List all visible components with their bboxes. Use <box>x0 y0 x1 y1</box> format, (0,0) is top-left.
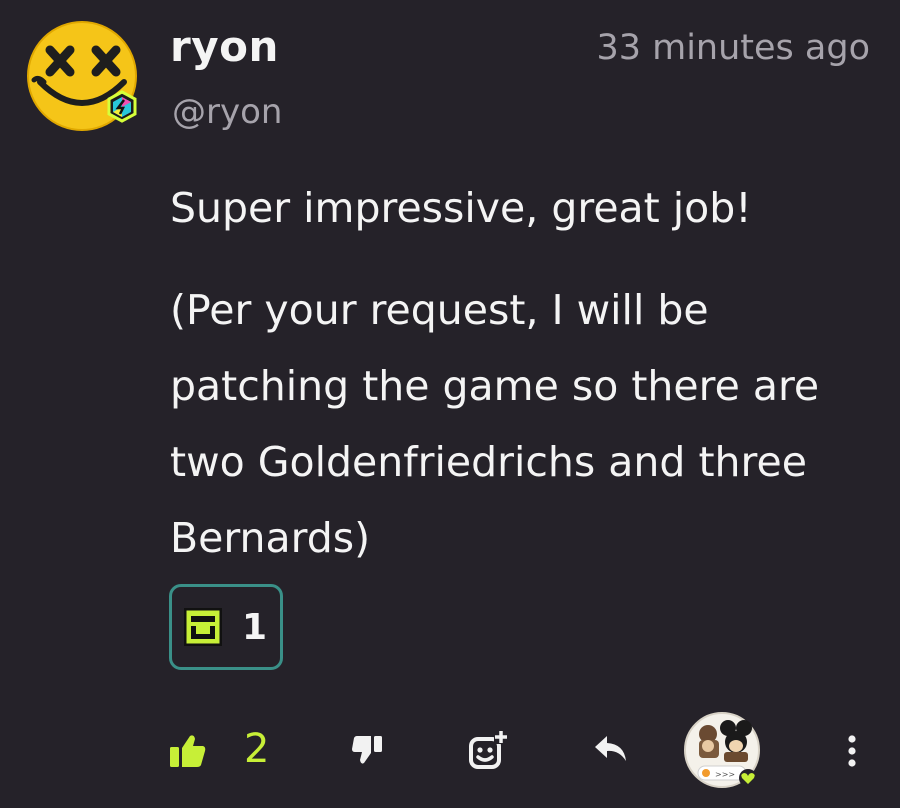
thumbs-down-icon <box>352 736 382 764</box>
add-emoji-icon <box>469 730 508 769</box>
voter-badge-text: >>> <box>715 770 735 779</box>
smiley-avatar-icon <box>27 21 137 131</box>
reply-button[interactable] <box>593 734 629 768</box>
reactor-avatar-icon: >>> <box>684 712 760 788</box>
reaction-chip[interactable]: 1 <box>169 584 283 670</box>
comment-body: Super impressive, great job! (Per your r… <box>170 170 880 576</box>
comment-paragraph: (Per your request, I will be patching th… <box>170 286 820 562</box>
reply-arrow-icon <box>595 736 626 761</box>
thumbs-up-icon <box>170 735 206 767</box>
comment-card: ryon @ryon 33 minutes ago Super impressi… <box>0 0 900 808</box>
reaction-count: 1 <box>242 606 268 648</box>
dislike-button[interactable] <box>352 736 382 770</box>
add-reaction-button[interactable] <box>468 730 510 776</box>
more-options-button[interactable] <box>846 734 858 772</box>
author-avatar[interactable] <box>26 20 142 132</box>
kebab-menu-icon <box>848 735 856 767</box>
green-block-emoji-icon <box>184 608 222 646</box>
reactor-avatar[interactable]: >>> <box>684 712 760 788</box>
action-bar: 2 >>> <box>0 706 900 796</box>
author-name[interactable]: ryon <box>170 22 279 71</box>
timestamp: 33 minutes ago <box>596 28 870 68</box>
author-handle[interactable]: @ryon <box>172 92 282 132</box>
comment-paragraph: Super impressive, great job! <box>170 184 752 232</box>
like-button[interactable] <box>170 734 206 772</box>
like-count: 2 <box>244 726 270 772</box>
